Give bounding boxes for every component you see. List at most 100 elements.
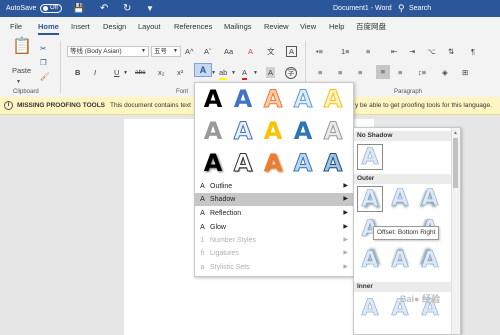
bold-button[interactable]: B [75, 67, 80, 78]
search-icon[interactable]: ⚲ [398, 0, 405, 17]
scrollbar-thumb[interactable] [453, 138, 458, 188]
justify-icon[interactable]: ≡ [376, 65, 390, 79]
section-outer: Outer [354, 174, 452, 184]
shadow-outer-3[interactable]: A [417, 186, 443, 212]
highlight-dropdown-icon[interactable]: ▼ [231, 68, 236, 79]
format-painter-icon[interactable]: 🖌 [40, 71, 50, 82]
chinese-layout-icon[interactable]: ⌥ [427, 46, 436, 57]
undo-icon[interactable]: ↶ [100, 0, 108, 17]
phonetic-guide-icon[interactable]: 文 [267, 46, 275, 57]
font-name-combo[interactable]: 等线 (Body Asian) ▼ [67, 46, 149, 57]
chevron-down-icon: ▼ [141, 48, 146, 54]
shadow-inner-1[interactable]: A [357, 296, 383, 322]
shadow-outer-8[interactable]: A [387, 248, 413, 274]
redo-icon[interactable]: ↻ [123, 0, 131, 17]
character-shading-button[interactable]: A [266, 67, 275, 78]
text-effect-style-8[interactable]: A [259, 117, 287, 145]
tab-mailings[interactable]: Mailings [224, 17, 252, 37]
tab-review[interactable]: Review [264, 17, 289, 37]
line-spacing-icon[interactable]: ↕≡ [418, 67, 426, 78]
save-icon[interactable]: 💾 [73, 0, 84, 17]
increase-indent-icon[interactable]: ⇥ [409, 46, 415, 57]
paste-label[interactable]: Paste [12, 65, 31, 76]
text-effect-style-13[interactable]: A [259, 149, 287, 177]
shrink-font-icon[interactable]: Aˇ [204, 46, 212, 57]
tab-view[interactable]: View [300, 17, 316, 37]
tab-references[interactable]: References [174, 17, 212, 37]
text-effect-style-12[interactable]: A [229, 149, 257, 178]
text-effect-style-3[interactable]: A [259, 85, 287, 114]
strikethrough-button[interactable]: abc [135, 67, 145, 78]
menu-item-shadow[interactable]: A Shadow ▶ [195, 193, 353, 206]
menu-item-number-styles: 1 Number Styles ▶ [195, 234, 353, 247]
numbering-icon[interactable]: 1≡ [341, 46, 350, 57]
distributed-icon[interactable]: ≡ [398, 67, 402, 78]
clear-formatting-icon[interactable]: A [248, 46, 253, 57]
text-effect-style-10[interactable]: A [319, 117, 347, 146]
copy-icon[interactable]: ❐ [40, 57, 47, 68]
shadow-outer-9[interactable]: A [417, 248, 443, 274]
grow-font-icon[interactable]: A^ [185, 46, 194, 57]
highlight-button[interactable]: ab [219, 67, 228, 80]
font-color-dropdown-icon[interactable]: ▼ [253, 68, 258, 79]
cut-icon[interactable]: ✂ [40, 43, 46, 54]
paste-dropdown-icon[interactable]: ▼ [16, 77, 21, 88]
autosave-toggle[interactable]: Off [40, 4, 62, 13]
shadow-outer-1[interactable]: A [357, 186, 383, 212]
enclose-characters-button[interactable]: 字 [285, 67, 297, 79]
italic-button[interactable]: I [94, 67, 96, 78]
sort-icon[interactable]: ⇅ [448, 46, 454, 57]
text-effect-style-15[interactable]: A [319, 149, 347, 178]
tab-help[interactable]: Help [329, 17, 344, 37]
subscript-button[interactable]: x₂ [158, 67, 165, 78]
shadow-outer-7[interactable]: A [357, 248, 383, 274]
tab-file[interactable]: File [10, 17, 22, 37]
center-icon[interactable]: ≡ [338, 67, 342, 78]
submenu-scrollbar[interactable]: ▲ [451, 128, 460, 334]
tab-home[interactable]: Home [38, 17, 59, 37]
show-marks-icon[interactable]: ¶ [471, 46, 475, 57]
menu-item-reflection[interactable]: A Reflection ▶ [195, 207, 353, 220]
align-right-icon[interactable]: ≡ [358, 67, 362, 78]
bullets-icon[interactable]: •≡ [316, 46, 323, 57]
text-effect-style-2[interactable]: A [229, 85, 257, 113]
change-case-icon[interactable]: Aa [224, 46, 233, 57]
shadow-outer-2[interactable]: A [387, 186, 413, 212]
paste-icon[interactable]: 📋 [12, 39, 32, 55]
menu-item-glow[interactable]: A Glow ▶ [195, 221, 353, 234]
text-effect-style-14[interactable]: A [289, 149, 317, 178]
decrease-indent-icon[interactable]: ⇤ [391, 46, 397, 57]
text-effect-style-11[interactable]: A [199, 149, 227, 177]
tab-layout[interactable]: Layout [138, 17, 161, 37]
text-effect-style-5[interactable]: A [319, 85, 347, 114]
shadow-none-option[interactable]: A [357, 144, 383, 170]
scroll-up-icon[interactable]: ▲ [453, 130, 458, 136]
align-left-icon[interactable]: ≡ [318, 67, 322, 78]
customize-toolbar-icon[interactable]: ▼ [146, 0, 154, 17]
menu-item-outline[interactable]: A Outline ▶ [195, 180, 353, 193]
superscript-button[interactable]: x² [177, 67, 183, 78]
tab-insert[interactable]: Insert [71, 17, 90, 37]
text-effects-dropdown-icon[interactable]: ▼ [211, 68, 216, 79]
text-effect-style-7[interactable]: A [229, 117, 257, 146]
tab-design[interactable]: Design [103, 17, 126, 37]
underline-button[interactable]: U [114, 67, 119, 78]
text-effect-style-4[interactable]: A [289, 85, 317, 114]
tab-baidu-netdisk[interactable]: 百度网盘 [356, 17, 386, 37]
text-effect-style-6[interactable]: A [199, 117, 227, 145]
text-effect-style-1[interactable]: A [199, 85, 227, 113]
menu-item-label: Reflection [210, 210, 242, 217]
multilevel-list-icon[interactable]: ≡ [366, 46, 370, 57]
borders-icon[interactable]: ⊞ [462, 67, 468, 78]
glow-icon: A [200, 224, 205, 231]
text-effects-button[interactable]: A [194, 63, 212, 77]
search-label[interactable]: Search [409, 0, 431, 17]
underline-dropdown-icon[interactable]: ▼ [123, 68, 128, 79]
chevron-right-icon: ▶ [343, 183, 348, 189]
text-effect-style-9[interactable]: A [289, 117, 317, 145]
character-border-icon[interactable]: A [286, 46, 297, 57]
chevron-right-icon: ▶ [343, 237, 348, 243]
shading-icon[interactable]: ◈ [442, 67, 448, 78]
font-color-button[interactable]: A [242, 67, 248, 80]
font-size-combo[interactable]: 五号 ▼ [151, 46, 181, 57]
